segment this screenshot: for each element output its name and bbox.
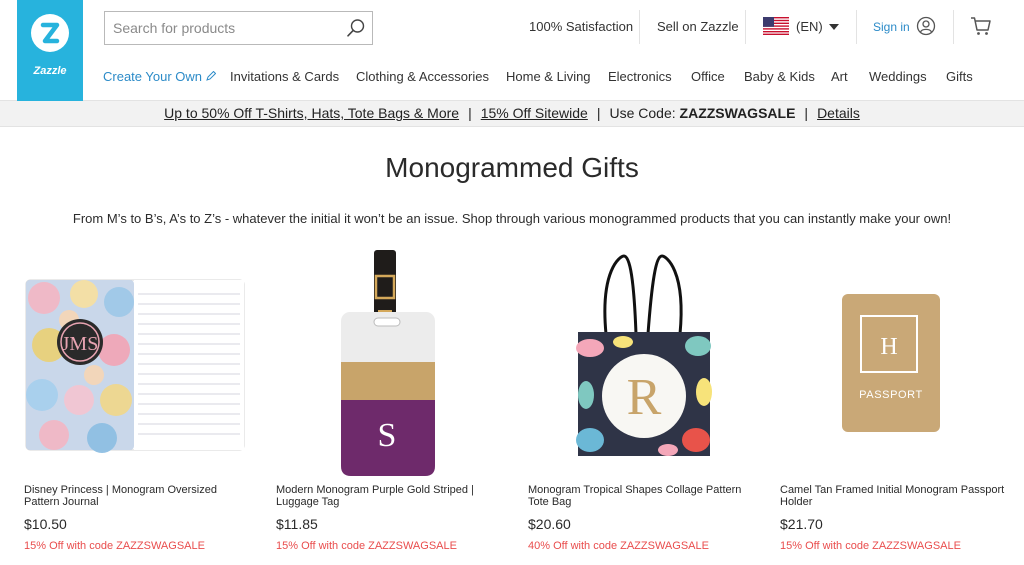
site-header: Zazzle 100% Satisfaction Sell on Zazzle …: [0, 0, 1024, 101]
nav-weddings[interactable]: Weddings: [869, 69, 927, 84]
promo-offer-link[interactable]: Up to 50% Off T-Shirts, Hats, Tote Bags …: [164, 105, 459, 121]
nav-create-your-own[interactable]: Create Your Own: [103, 69, 216, 84]
product-promo: 15% Off with code ZAZZSWAGSALE: [780, 540, 961, 552]
nav-clothing-accessories[interactable]: Clothing & Accessories: [356, 69, 489, 84]
product-image-tote-bag[interactable]: R: [528, 250, 758, 478]
sell-on-zazzle-link[interactable]: Sell on Zazzle: [657, 19, 739, 34]
nav-invitations-cards[interactable]: Invitations & Cards: [230, 69, 339, 84]
promo-separator: |: [468, 105, 472, 121]
promo-sitewide-link[interactable]: 15% Off Sitewide: [481, 105, 588, 121]
nav-label: Create Your Own: [103, 69, 203, 84]
product-name[interactable]: Disney Princess | Monogram Oversized Pat…: [24, 484, 249, 508]
product-promo: 40% Off with code ZAZZSWAGSALE: [528, 540, 709, 552]
product-promo: 15% Off with code ZAZZSWAGSALE: [24, 540, 205, 552]
pencil-icon: [205, 70, 216, 81]
divider: [856, 10, 857, 44]
us-flag-icon[interactable]: [763, 17, 789, 35]
logo-text: Zazzle: [33, 65, 67, 77]
zazzle-z-icon: [31, 14, 69, 52]
product-card[interactable]: R Monogram Tropical Shapes Collage Patte…: [528, 250, 758, 560]
product-card[interactable]: JMS Disney Princess | Monogram Oversized…: [24, 250, 254, 560]
product-name[interactable]: Monogram Tropical Shapes Collage Pattern…: [528, 484, 753, 508]
zazzle-logo[interactable]: Zazzle: [17, 0, 83, 101]
product-promo: 15% Off with code ZAZZSWAGSALE: [276, 540, 457, 552]
satisfaction-link[interactable]: 100% Satisfaction: [529, 19, 633, 34]
product-price: $11.85: [276, 516, 318, 532]
passport-label: PASSPORT: [859, 389, 923, 401]
nav-baby-kids[interactable]: Baby & Kids: [744, 69, 815, 84]
language-label[interactable]: (EN): [796, 19, 823, 34]
user-icon[interactable]: [916, 16, 936, 36]
search-box: [104, 11, 373, 45]
nav-office[interactable]: Office: [691, 69, 725, 84]
page-title: Monogrammed Gifts: [385, 152, 639, 183]
product-name[interactable]: Camel Tan Framed Initial Monogram Passpo…: [780, 484, 1005, 508]
product-image-journal[interactable]: JMS: [24, 250, 254, 478]
nav-art[interactable]: Art: [831, 69, 848, 84]
monogram-text: R: [627, 369, 662, 426]
product-card[interactable]: S Modern Monogram Purple Gold Striped | …: [276, 250, 506, 560]
monogram-text: H: [880, 334, 897, 360]
product-card[interactable]: H PASSPORT Camel Tan Framed Initial Mono…: [780, 250, 1010, 560]
promo-details-link[interactable]: Details: [817, 105, 860, 121]
product-name[interactable]: Modern Monogram Purple Gold Striped | Lu…: [276, 484, 501, 508]
promo-code-label: Use Code:: [609, 105, 676, 121]
cart-icon[interactable]: [970, 15, 992, 37]
sign-in-link[interactable]: Sign in: [873, 20, 910, 34]
monogram-text: JMS: [62, 333, 99, 355]
nav-electronics[interactable]: Electronics: [608, 69, 672, 84]
promo-bar: Up to 50% Off T-Shirts, Hats, Tote Bags …: [0, 101, 1024, 127]
search-icon[interactable]: [346, 18, 366, 38]
divider: [953, 10, 954, 44]
product-price: $20.60: [528, 516, 571, 532]
product-price: $10.50: [24, 516, 67, 532]
promo-separator: |: [596, 105, 601, 121]
monogram-text: S: [378, 417, 397, 454]
promo-code: ZAZZSWAGSALE: [679, 105, 796, 121]
promo-separator: |: [804, 105, 809, 121]
product-image-passport-holder[interactable]: H PASSPORT: [780, 250, 1010, 478]
search-input[interactable]: [105, 12, 337, 44]
nav-home-living[interactable]: Home & Living: [506, 69, 591, 84]
chevron-down-icon[interactable]: [829, 24, 839, 30]
nav-gifts[interactable]: Gifts: [946, 69, 973, 84]
page-subtitle: From M’s to B’s, A’s to Z’s - whatever t…: [72, 211, 952, 226]
product-image-luggage-tag[interactable]: S: [276, 250, 506, 478]
divider: [639, 10, 640, 44]
divider: [745, 10, 746, 44]
product-price: $21.70: [780, 516, 823, 532]
